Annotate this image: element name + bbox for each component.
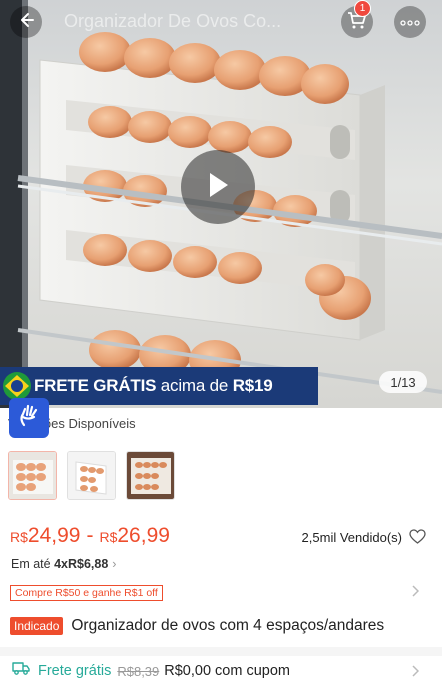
variation-thumbnail[interactable] [8, 451, 57, 500]
shipping-new-price: R$0,00 com cupom [164, 663, 290, 679]
installment-info[interactable]: Em até 4xR$6,88 › [11, 557, 116, 571]
more-options-button[interactable] [394, 6, 426, 38]
shipping-old-price: R$8,39 [117, 663, 160, 679]
accessibility-button[interactable] [9, 398, 49, 438]
cart-count-badge: 1 [354, 0, 371, 17]
play-video-button[interactable] [181, 150, 255, 224]
product-title-row: Indicado Organizador de ovos com 4 espaç… [10, 617, 384, 635]
chevron-right-icon[interactable] [411, 664, 420, 682]
recommended-badge: Indicado [10, 617, 64, 635]
banner-prefix: FRETE GRÁTIS [34, 376, 157, 395]
installment-prefix: Em até [11, 557, 55, 571]
product-title: Organizador de ovos com 4 espaços/andare… [71, 617, 385, 634]
page-title: Organizador De Ovos Co... [64, 11, 282, 31]
currency-max: R$ [99, 529, 118, 545]
sign-language-icon [16, 403, 42, 434]
price-separator: - [86, 524, 94, 547]
arrow-left-icon [17, 11, 35, 34]
variation-thumbnails [8, 451, 175, 500]
currency-min: R$ [10, 529, 28, 545]
top-bar: Organizador De Ovos Co... 1 [0, 0, 442, 46]
price-min: 24,99 [27, 524, 81, 547]
installment-value: 4xR$6,88 [54, 557, 109, 571]
price-range: R$24,99- R$26,99 [10, 524, 170, 548]
chevron-right-icon[interactable] [411, 584, 420, 602]
truck-icon [12, 662, 30, 680]
variation-thumbnail[interactable] [126, 451, 175, 500]
shipping-info[interactable]: Frete grátis R$8,39 R$0,00 com cupom [12, 662, 290, 680]
free-shipping-label: Frete grátis [38, 663, 112, 679]
banner-amount: R$19 [232, 376, 273, 395]
product-media[interactable]: Organizador De Ovos Co... 1 FRETE GRÁTIS… [0, 0, 442, 408]
back-button[interactable] [10, 6, 42, 38]
price-max: 26,99 [117, 524, 170, 547]
more-dots-icon [400, 13, 420, 31]
variation-thumbnail[interactable] [67, 451, 116, 500]
heart-icon[interactable] [409, 529, 426, 549]
sold-count: 2,5mil Vendido(s) [301, 530, 402, 545]
media-counter: 1/13 [379, 371, 427, 393]
banner-middle: acima de [156, 376, 233, 395]
section-divider [0, 647, 442, 656]
chevron-right-icon: › [112, 557, 117, 571]
promo-tag[interactable]: Compre R$50 e ganhe R$1 off [10, 585, 163, 601]
play-icon [206, 171, 230, 204]
